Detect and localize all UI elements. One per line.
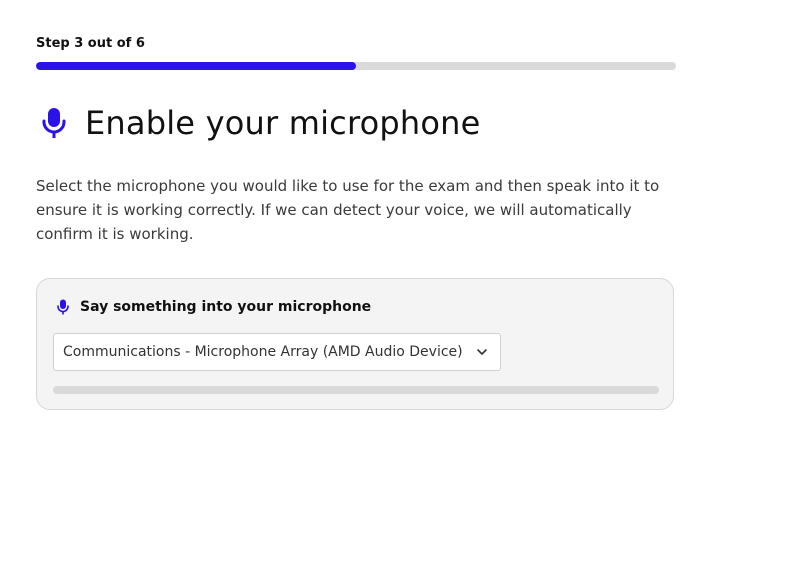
microphone-level-meter <box>53 386 659 394</box>
card-title: Say something into your microphone <box>80 299 372 315</box>
page-title: Enable your microphone <box>85 104 481 142</box>
step-progress-fill <box>36 62 356 70</box>
chevron-down-icon <box>468 334 496 370</box>
card-header: Say something into your microphone <box>55 296 371 318</box>
microphone-icon <box>36 105 72 141</box>
microphone-icon <box>55 298 71 316</box>
step-progress-bar <box>36 62 676 70</box>
microphone-select-value: Communications - Microphone Array (AMD A… <box>63 344 463 360</box>
step-indicator-label: Step 3 out of 6 <box>36 36 145 51</box>
instructions-text: Select the microphone you would like to … <box>36 177 660 243</box>
microphone-select[interactable]: Communications - Microphone Array (AMD A… <box>53 333 501 371</box>
microphone-test-card: Say something into your microphone Commu… <box>36 278 674 410</box>
page-heading: Enable your microphone <box>36 98 481 148</box>
